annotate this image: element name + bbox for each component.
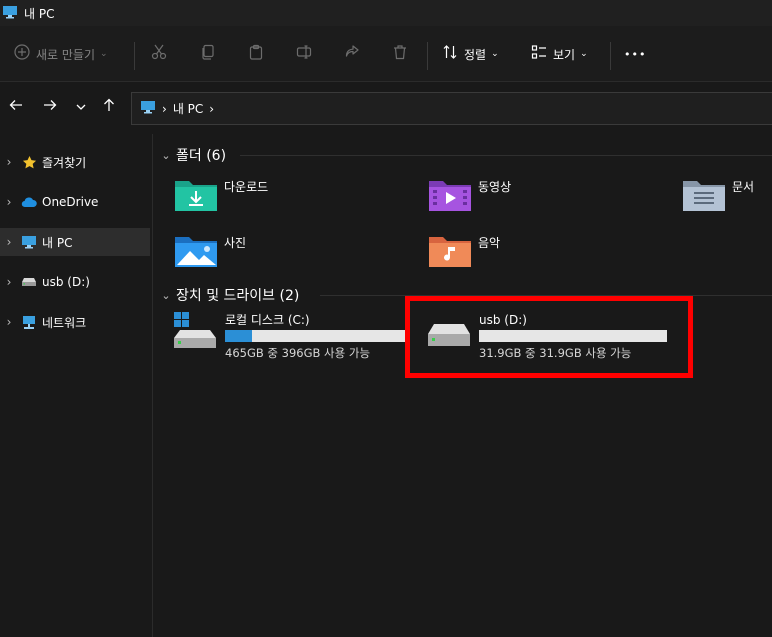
pane-divider[interactable]	[152, 134, 153, 637]
view-button[interactable]: 보기 ⌄	[531, 26, 588, 82]
address-bar[interactable]: › 내 PC ›	[131, 92, 772, 125]
title-bar: 내 PC	[0, 0, 772, 26]
cut-button[interactable]	[151, 26, 167, 82]
music-folder-icon	[428, 234, 472, 272]
command-bar: 새로 만들기 ⌄ 정렬 ⌄ 보기 ⌄ •••	[0, 26, 772, 82]
more-options-label: •••	[624, 47, 647, 61]
delete-button[interactable]	[392, 26, 408, 82]
red-highlight-box	[405, 296, 693, 378]
up-button[interactable]	[98, 96, 120, 118]
chevron-down-icon: ⌄	[161, 148, 171, 162]
arrow-up-icon	[101, 97, 117, 117]
scissors-icon	[151, 44, 167, 64]
section-header-folders[interactable]: ⌄ 폴더 (6)	[158, 144, 226, 166]
chevron-right-icon[interactable]: ›	[0, 235, 18, 249]
share-icon	[344, 44, 360, 64]
rename-icon	[296, 44, 312, 64]
download-folder-icon	[174, 178, 218, 216]
section-divider	[240, 155, 772, 156]
sort-button[interactable]: 정렬 ⌄	[442, 26, 499, 82]
folder-videos[interactable]: 동영상	[428, 178, 511, 216]
folder-downloads[interactable]: 다운로드	[174, 178, 268, 216]
chevron-right-icon[interactable]: ›	[0, 155, 18, 169]
new-button[interactable]: 새로 만들기 ⌄	[14, 26, 108, 82]
trash-icon	[392, 44, 408, 64]
chevron-down-icon: ⌄	[491, 49, 499, 59]
network-icon	[18, 315, 40, 330]
chevron-right-icon[interactable]: ›	[0, 195, 18, 209]
sidebar-item-label: 내 PC	[42, 235, 73, 250]
new-button-label: 새로 만들기	[36, 47, 96, 62]
sort-button-label: 정렬	[464, 47, 487, 62]
sidebar-item-network[interactable]: › 네트워크	[0, 308, 150, 336]
pc-icon	[2, 4, 18, 23]
sidebar-item-onedrive[interactable]: › OneDrive	[0, 188, 150, 216]
folder-label: 음악	[478, 236, 501, 250]
forward-button[interactable]	[39, 96, 61, 118]
folder-label: 사진	[224, 236, 247, 250]
pictures-folder-icon	[174, 234, 218, 272]
chevron-right-icon[interactable]: ›	[0, 315, 18, 329]
back-button[interactable]	[5, 96, 27, 118]
video-folder-icon	[428, 178, 472, 216]
rename-button[interactable]	[296, 26, 312, 82]
sidebar-item-label: 네트워크	[42, 315, 87, 330]
view-list-icon	[531, 44, 547, 64]
windows-drive-icon	[172, 310, 218, 354]
document-folder-icon	[682, 178, 726, 216]
star-icon	[18, 155, 40, 170]
clipboard-icon	[248, 44, 264, 64]
chevron-down-icon: ⌄	[580, 49, 588, 59]
folder-music[interactable]: 음악	[428, 234, 500, 272]
arrow-left-icon	[8, 97, 24, 117]
drive-usage-fill	[225, 330, 252, 342]
copy-icon	[200, 44, 216, 64]
more-options-button[interactable]: •••	[624, 26, 646, 82]
pc-icon	[18, 235, 40, 249]
section-title: 장치 및 드라이브 (2)	[176, 288, 300, 304]
folder-pictures[interactable]: 사진	[174, 234, 246, 272]
toolbar-divider	[610, 42, 611, 70]
recent-locations-button[interactable]	[70, 96, 92, 118]
paste-button[interactable]	[248, 26, 264, 82]
drive-icon	[18, 277, 40, 287]
sidebar-item-quick-access[interactable]: › 즐겨찾기	[0, 148, 150, 176]
chevron-right-icon[interactable]: ›	[0, 275, 18, 289]
chevron-down-icon: ⌄	[100, 49, 108, 59]
sidebar-item-this-pc[interactable]: › 내 PC	[0, 228, 150, 256]
navigation-pane: › 즐겨찾기 › OneDrive › 내 PC › usb (D:) › 네트…	[0, 134, 150, 637]
drive-local-c[interactable]: 로컬 디스크 (C:) 465GB 중 396GB 사용 가능	[172, 310, 408, 366]
sidebar-item-label: OneDrive	[42, 195, 99, 209]
chevron-right-icon[interactable]: ›	[209, 102, 214, 116]
chevron-right-icon: ›	[162, 101, 167, 116]
drive-usage-bar	[225, 330, 405, 342]
folder-label: 다운로드	[224, 180, 269, 194]
window-title: 내 PC	[24, 6, 55, 21]
cloud-icon	[18, 196, 40, 208]
breadcrumb-this-pc[interactable]: 내 PC	[173, 100, 203, 117]
view-button-label: 보기	[553, 47, 576, 62]
toolbar-divider	[427, 42, 428, 70]
plus-circle-icon	[14, 44, 30, 64]
drive-name: 로컬 디스크 (C:)	[225, 313, 310, 327]
chevron-down-icon: ⌄	[161, 288, 171, 302]
chevron-down-icon	[75, 98, 87, 117]
navigation-bar: › 내 PC ›	[0, 82, 772, 134]
sidebar-item-label: usb (D:)	[42, 275, 90, 289]
arrow-right-icon	[42, 97, 58, 117]
sidebar-item-usb-drive[interactable]: › usb (D:)	[0, 268, 150, 296]
drive-free-space: 465GB 중 396GB 사용 가능	[225, 346, 371, 360]
copy-button[interactable]	[200, 26, 216, 82]
folder-label: 동영상	[478, 180, 512, 194]
sidebar-item-label: 즐겨찾기	[42, 155, 87, 170]
toolbar-divider	[134, 42, 135, 70]
share-button[interactable]	[344, 26, 360, 82]
sort-arrows-icon	[442, 44, 458, 64]
folder-label: 문서	[732, 180, 755, 194]
pc-icon	[140, 100, 156, 117]
folder-documents[interactable]: 문서	[682, 178, 754, 216]
section-title: 폴더 (6)	[176, 148, 227, 164]
section-header-drives[interactable]: ⌄ 장치 및 드라이브 (2)	[158, 284, 299, 306]
